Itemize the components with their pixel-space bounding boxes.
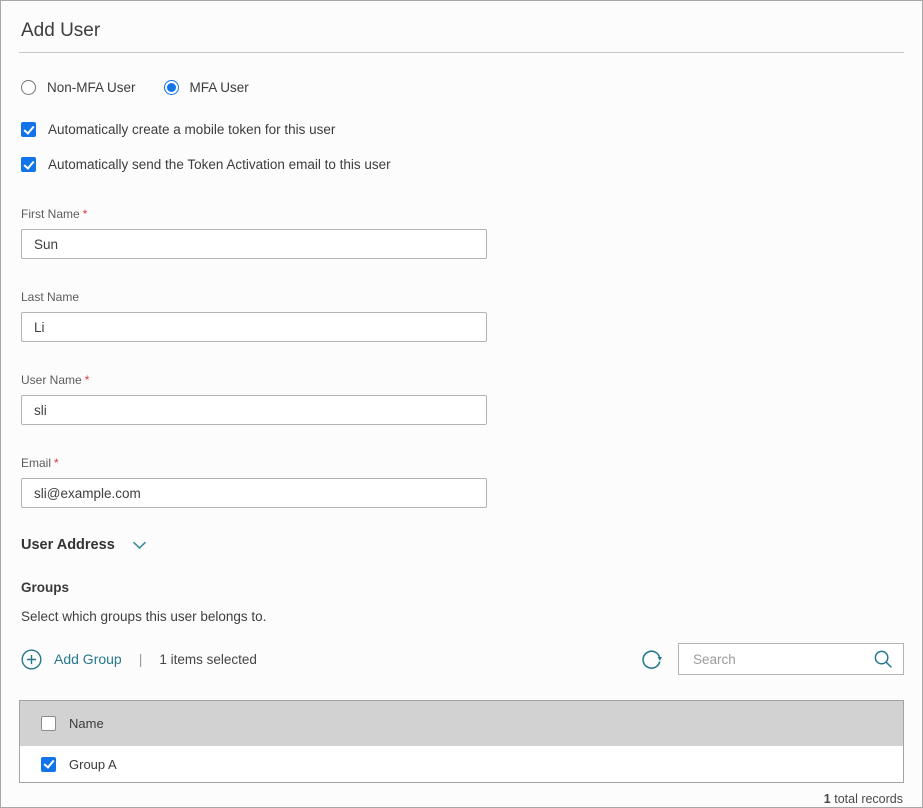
- last-name-field-group: Last Name: [19, 288, 487, 342]
- email-input[interactable]: [21, 478, 487, 508]
- total-records-label: total records: [834, 792, 903, 806]
- search-box: [678, 643, 904, 675]
- user-address-expander[interactable]: User Address: [19, 537, 904, 553]
- table-header-row: Name: [20, 701, 903, 746]
- add-user-panel: Add User Non-MFA User MFA User Automatic…: [0, 0, 923, 808]
- email-label: Email: [21, 456, 51, 470]
- user-name-input[interactable]: [21, 395, 487, 425]
- groups-table: Name Group A: [19, 700, 904, 783]
- search-button[interactable]: [867, 649, 893, 669]
- send-activation-label: Automatically send the Token Activation …: [48, 157, 391, 172]
- group-a-checkbox[interactable]: [41, 757, 56, 772]
- search-input[interactable]: [693, 652, 867, 667]
- radio-option-mfa-user[interactable]: MFA User: [164, 80, 249, 95]
- search-icon: [873, 649, 893, 669]
- required-asterisk: *: [54, 456, 59, 470]
- refresh-button[interactable]: [640, 648, 663, 671]
- create-token-label: Automatically create a mobile token for …: [48, 122, 335, 137]
- groups-description: Select which groups this user belongs to…: [19, 609, 904, 624]
- required-asterisk: *: [85, 373, 90, 387]
- plus-circle-icon: [21, 649, 42, 670]
- table-row-group-a[interactable]: Group A: [20, 746, 903, 782]
- radio-unselected-icon[interactable]: [21, 80, 36, 95]
- user-type-radio-group: Non-MFA User MFA User: [19, 80, 904, 95]
- first-name-field-group: First Name*: [19, 205, 487, 259]
- groups-heading: Groups: [19, 580, 904, 595]
- groups-toolbar: Add Group | 1 items selected: [19, 643, 904, 675]
- table-footer: 1 total records: [19, 792, 904, 806]
- radio-label-mfa: MFA User: [190, 80, 249, 95]
- items-selected-count: 1 items selected: [159, 652, 257, 667]
- first-name-label: First Name: [21, 207, 80, 221]
- radio-label-non-mfa: Non-MFA User: [47, 80, 136, 95]
- user-name-field-group: User Name*: [19, 371, 487, 425]
- group-a-label: Group A: [69, 757, 117, 772]
- total-records-count: 1: [824, 792, 831, 806]
- toolbar-separator: |: [139, 651, 143, 667]
- last-name-input[interactable]: [21, 312, 487, 342]
- user-address-label: User Address: [21, 537, 115, 553]
- add-group-button[interactable]: Add Group: [21, 649, 122, 670]
- select-all-checkbox[interactable]: [41, 716, 56, 731]
- radio-selected-icon[interactable]: [164, 80, 179, 95]
- page-title: Add User: [19, 1, 904, 53]
- send-activation-checkbox[interactable]: [21, 157, 36, 172]
- required-asterisk: *: [83, 207, 88, 221]
- create-token-checkbox-row[interactable]: Automatically create a mobile token for …: [19, 122, 904, 137]
- user-name-label: User Name: [21, 373, 82, 387]
- add-group-label: Add Group: [54, 651, 122, 667]
- send-activation-checkbox-row[interactable]: Automatically send the Token Activation …: [19, 157, 904, 172]
- first-name-input[interactable]: [21, 229, 487, 259]
- create-token-checkbox[interactable]: [21, 122, 36, 137]
- chevron-down-icon[interactable]: [132, 541, 147, 550]
- email-field-group: Email*: [19, 454, 487, 508]
- refresh-icon: [640, 648, 663, 671]
- name-column-header: Name: [69, 716, 104, 731]
- last-name-label: Last Name: [21, 290, 79, 304]
- radio-option-non-mfa-user[interactable]: Non-MFA User: [21, 80, 136, 95]
